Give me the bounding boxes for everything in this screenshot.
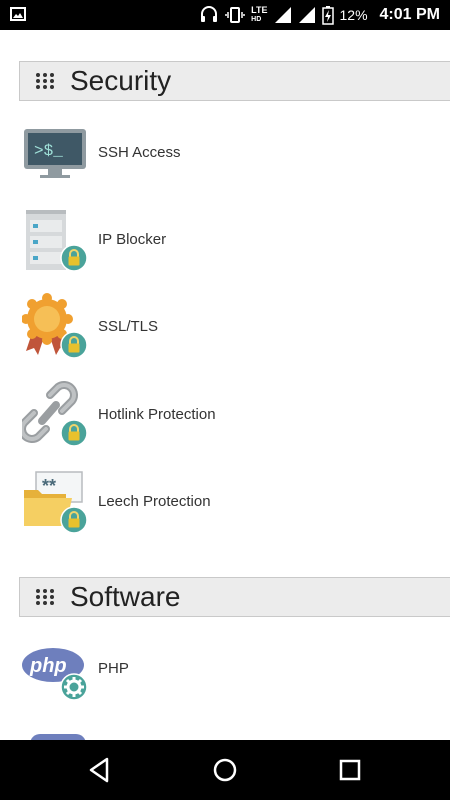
section-header-security[interactable]: Security [19,61,450,101]
home-icon[interactable] [210,755,240,785]
item-label: SSH Access [98,143,181,161]
lte-label: LTE [251,5,268,15]
item-label: SSL/TLS [98,317,159,335]
list-item-leech-protection[interactable]: ** Leech Protection [22,466,442,536]
certificate-lock-icon [21,293,88,359]
section-title: Software [70,581,181,612]
section-header-software[interactable]: Software [19,577,450,617]
terminal-icon: >$_ [22,119,88,185]
recents-icon[interactable] [335,755,365,785]
clock: 4:01 PM [379,6,440,23]
list-item-ssh-access[interactable]: >$_ SSH Access [22,117,442,187]
back-icon[interactable] [85,755,115,785]
list-item-ssl-tls[interactable]: SSL/TLS [21,291,442,361]
lock-icon [60,244,88,272]
grip-icon [36,589,54,605]
php-gear-icon: php [22,635,88,701]
svg-text:php: php [29,655,67,677]
section-title: Security [70,65,172,96]
lock-icon [60,506,88,534]
hd-label: HD [251,16,262,23]
item-label: Leech Protection [98,492,211,510]
link-lock-icon [18,381,88,447]
headset-icon [201,6,218,22]
vibrate-icon [225,7,245,23]
list-item-hotlink-protection[interactable]: Hotlink Protection [18,379,442,449]
svg-text:>$_: >$_ [34,142,63,160]
lock-icon [60,419,88,447]
grip-icon [36,73,54,89]
item-label: IP Blocker [98,230,167,248]
network-type: LTE HD [251,6,267,24]
battery-charging-icon [321,6,334,25]
folder-lock-icon: ** [22,468,88,534]
list-item-php[interactable]: php PHP [22,633,442,703]
svg-text:**: ** [42,476,56,496]
item-label: PHP [98,659,129,677]
list-item-ip-blocker[interactable]: IP Blocker [22,204,442,274]
signal-icon [274,7,291,23]
battery-percent: 12% [339,7,368,23]
image-notification-icon [10,7,26,21]
status-icons: LTE HD 12% 4:01 PM [199,0,440,30]
item-label: Hotlink Protection [98,405,216,423]
status-bar: LTE HD 12% 4:01 PM [0,0,450,30]
lock-icon [60,331,88,359]
signal-icon-2 [298,7,315,23]
server-lock-icon [22,206,88,272]
navigation-bar [0,740,450,800]
